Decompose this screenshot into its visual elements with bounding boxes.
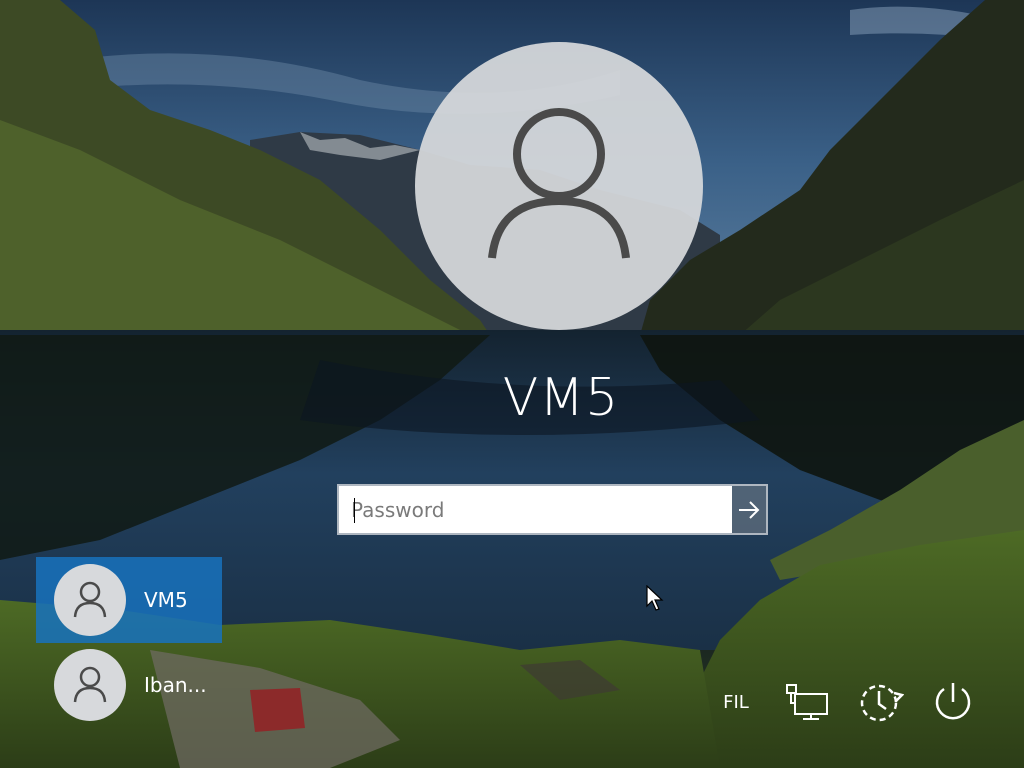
mouse-cursor-icon: [646, 585, 664, 611]
ease-of-access-button[interactable]: [856, 680, 906, 724]
password-input[interactable]: [339, 486, 732, 533]
user-avatar-large: [415, 42, 703, 330]
user-tile-avatar: [54, 564, 126, 636]
user-tile-avatar: [54, 649, 126, 721]
power-button[interactable]: [928, 680, 978, 724]
network-button[interactable]: [783, 680, 833, 724]
lock-screen: VM5 VM5 Iban... FIL: [0, 0, 1024, 768]
user-tile-label: VM5: [144, 588, 188, 612]
user-icon: [73, 581, 107, 618]
user-icon: [73, 666, 107, 703]
arrow-right-icon: [739, 500, 760, 519]
submit-button[interactable]: [732, 486, 766, 533]
network-icon: [786, 684, 828, 720]
ease-of-access-icon: [860, 684, 904, 722]
language-indicator[interactable]: FIL: [716, 680, 756, 724]
user-tile-iban[interactable]: Iban...: [36, 642, 222, 728]
power-icon: [935, 683, 971, 720]
password-box: [337, 484, 768, 535]
user-tile-label: Iban...: [144, 673, 207, 697]
text-caret: [354, 498, 355, 523]
username-heading: VM5: [502, 368, 620, 428]
user-icon: [488, 108, 630, 259]
user-tile-vm5[interactable]: VM5: [36, 557, 222, 643]
